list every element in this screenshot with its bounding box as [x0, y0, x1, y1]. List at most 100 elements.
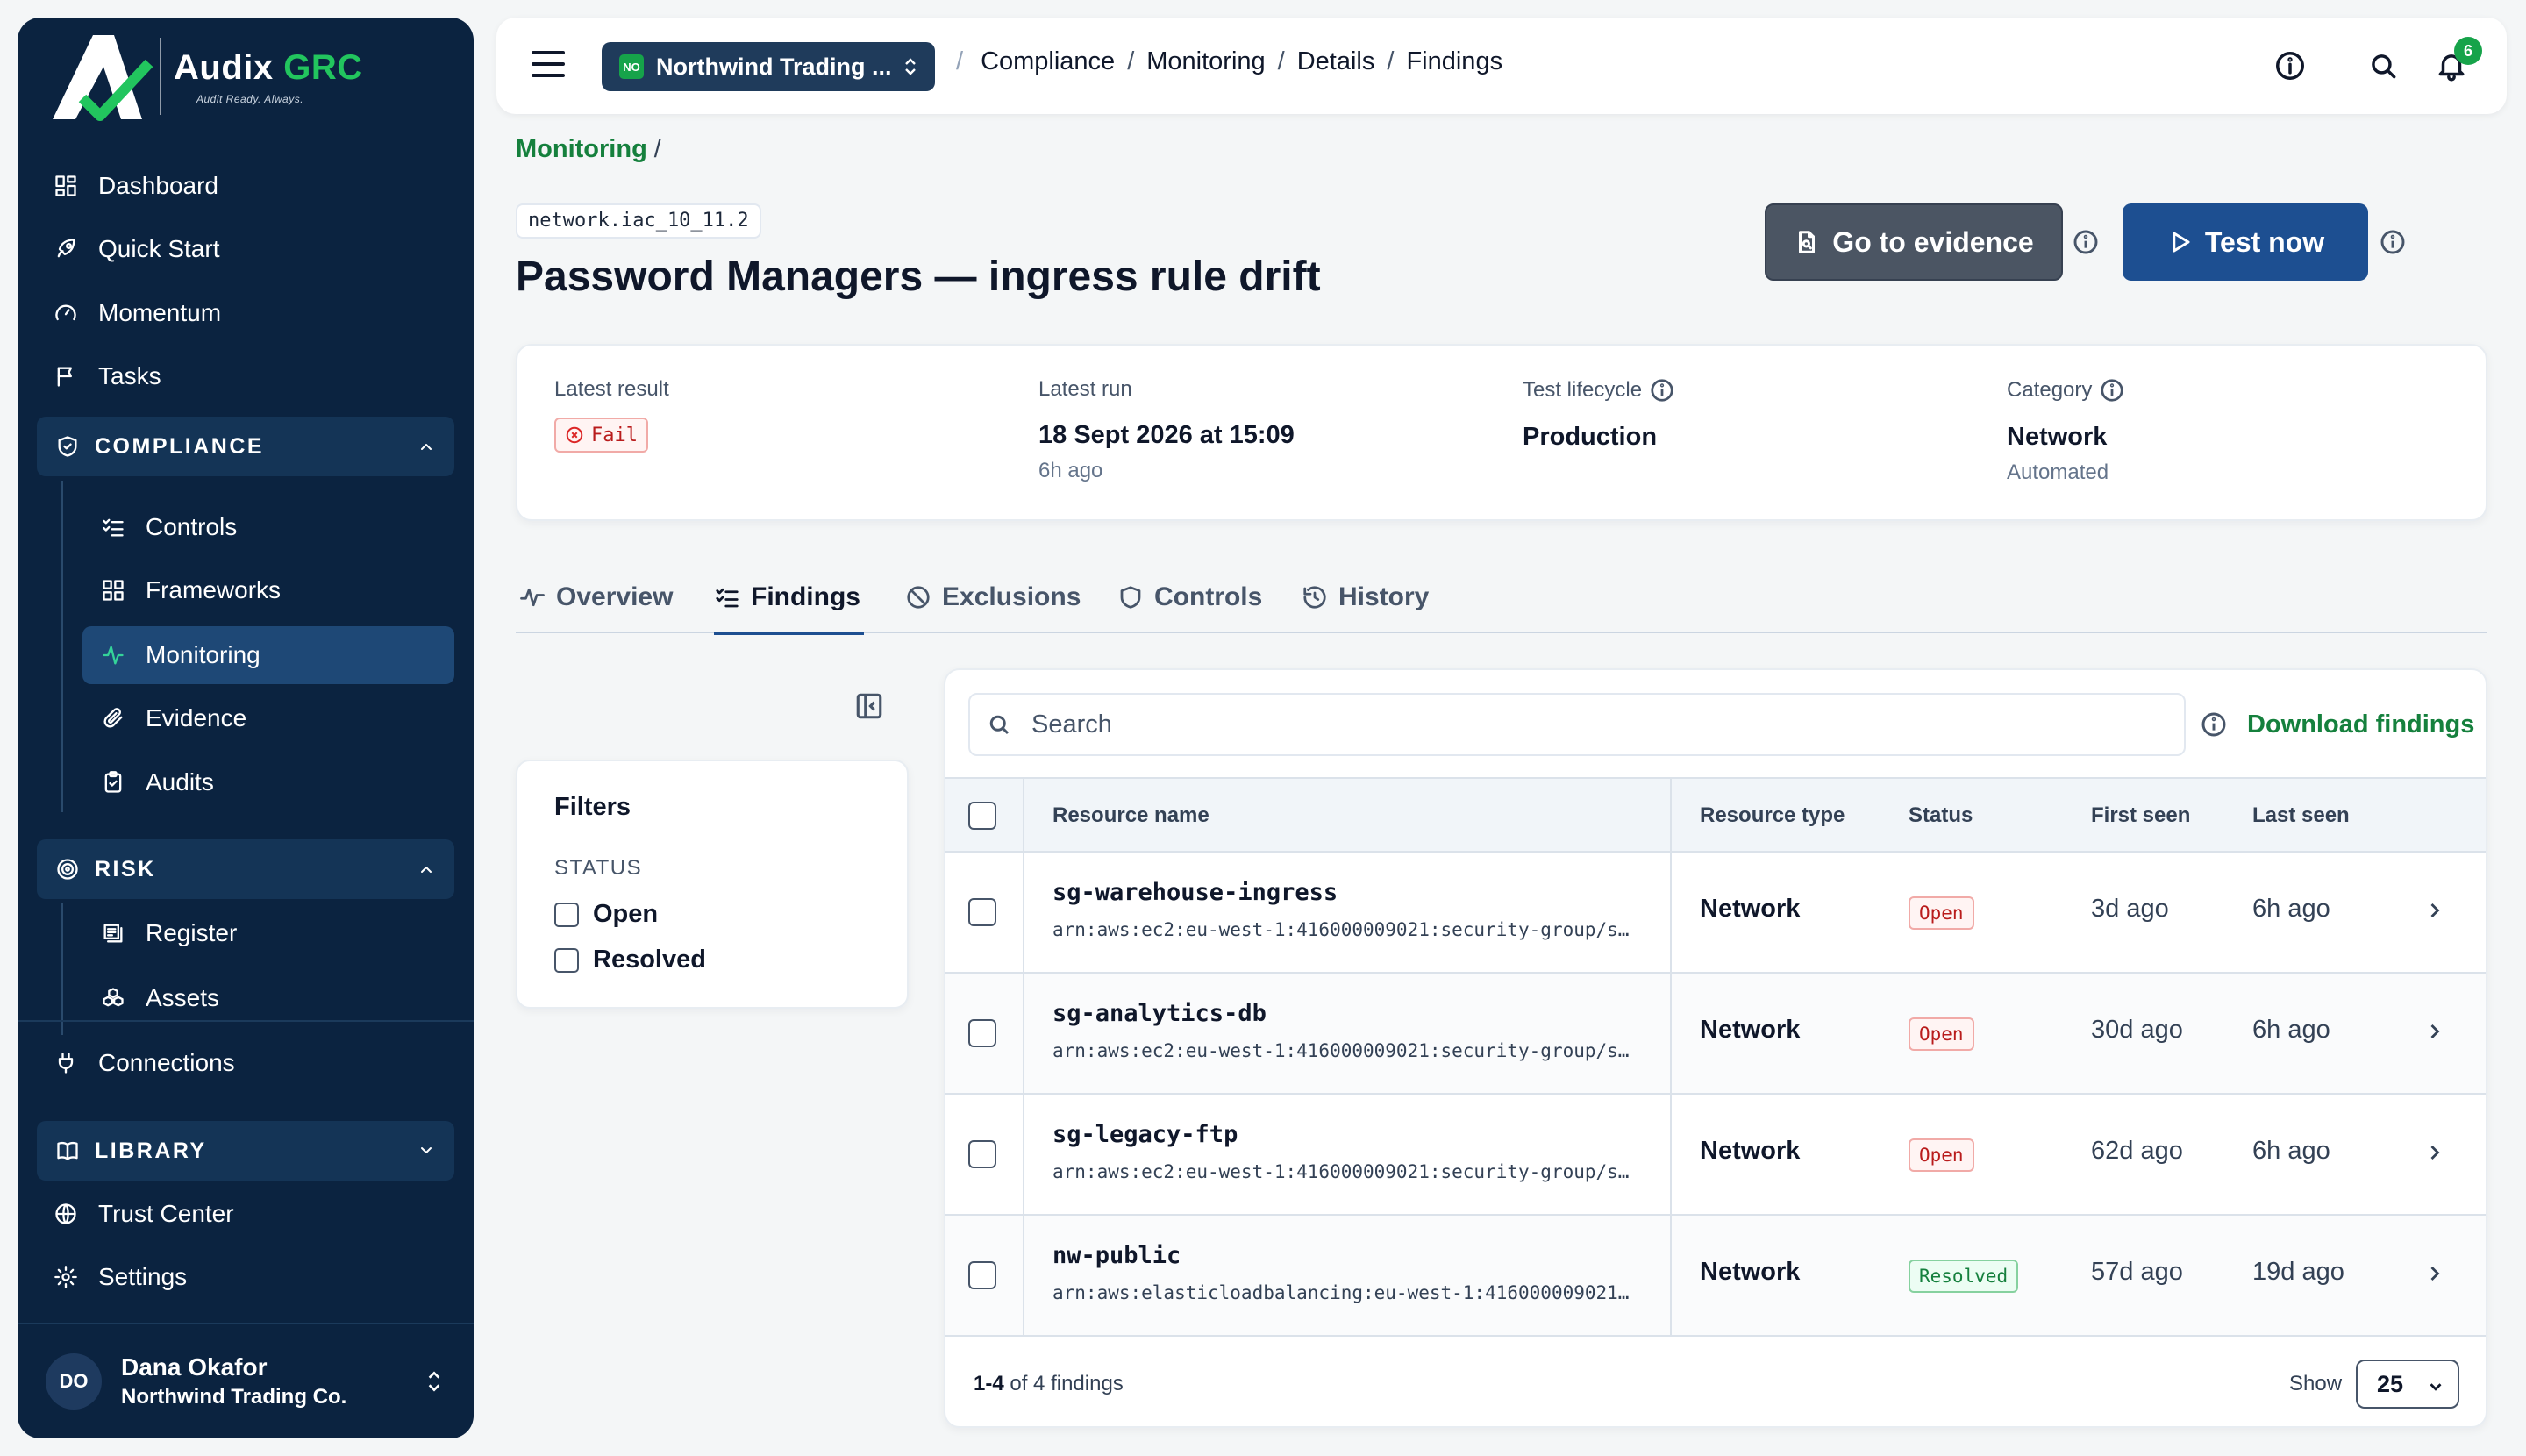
nav-settings[interactable]: Settings: [53, 1253, 187, 1302]
filter-resolved-checkbox[interactable]: [554, 947, 579, 973]
evidence-info-button[interactable]: [2072, 228, 2100, 256]
row-checkbox[interactable]: [968, 1261, 996, 1289]
nav-audits-label: Audits: [146, 768, 214, 796]
col-resource-type[interactable]: Resource type: [1700, 779, 1845, 853]
download-info-button[interactable]: [2200, 710, 2228, 739]
info-icon[interactable]: [1649, 377, 1675, 403]
page-breadcrumb-monitoring[interactable]: Monitoring: [516, 135, 647, 163]
nav-momentum[interactable]: Momentum: [53, 289, 221, 338]
col-resource-name[interactable]: Resource name: [1052, 779, 1209, 853]
select-all-checkbox[interactable]: [968, 802, 996, 830]
gauge-icon: [53, 300, 79, 326]
section-compliance[interactable]: COMPLIANCE: [37, 417, 454, 476]
row-checkbox[interactable]: [968, 1019, 996, 1047]
nav-tasks-label: Tasks: [98, 362, 161, 389]
table-row[interactable]: sg-warehouse-ingress arn:aws:ec2:eu-west…: [945, 853, 2486, 974]
last-seen: 6h ago: [2252, 1137, 2330, 1165]
breadcrumb-details[interactable]: Details: [1297, 47, 1375, 76]
nav-register[interactable]: Register: [82, 904, 454, 962]
chevron-down-icon: [421, 1147, 432, 1153]
tab-findings[interactable]: Findings: [714, 561, 864, 635]
filter-open-label: Open: [593, 900, 659, 928]
nav-monitoring[interactable]: Monitoring: [82, 626, 454, 684]
lifecycle-label: Test lifecycle: [1523, 377, 1675, 403]
breadcrumb-separator: /: [1387, 47, 1395, 75]
findings-search[interactable]: [968, 693, 2186, 756]
breadcrumb-compliance[interactable]: Compliance: [981, 47, 1115, 76]
tab-overview-label: Overview: [556, 582, 674, 611]
nav-frameworks[interactable]: Frameworks: [82, 561, 454, 619]
tab-findings-label: Findings: [751, 582, 860, 611]
chevron-right-icon[interactable]: [2423, 1019, 2447, 1044]
org-switcher[interactable]: NO Northwind Trading ...: [602, 42, 935, 91]
status-badge: Open: [1909, 1017, 1974, 1051]
rocket-icon: [53, 236, 79, 262]
table-row[interactable]: nw-public arn:aws:elasticloadbalancing:e…: [945, 1216, 2486, 1337]
dashboard-icon: [53, 173, 79, 199]
table-row[interactable]: sg-analytics-db arn:aws:ec2:eu-west-1:41…: [945, 974, 2486, 1095]
row-checkbox[interactable]: [968, 898, 996, 926]
nav-audits[interactable]: Audits: [82, 753, 454, 811]
chevron-right-icon[interactable]: [2423, 1140, 2447, 1165]
grid-icon: [100, 577, 126, 603]
filter-open[interactable]: Open: [554, 900, 658, 929]
section-risk[interactable]: RISK: [37, 839, 454, 899]
nav-quick-start[interactable]: Quick Start: [53, 225, 219, 274]
chevron-right-icon[interactable]: [2423, 898, 2447, 923]
nav-controls[interactable]: Controls: [82, 498, 454, 556]
search-input[interactable]: [1031, 710, 2137, 739]
row-checkbox[interactable]: [968, 1140, 996, 1168]
test-now-button[interactable]: Test now: [2123, 203, 2368, 281]
page-size-select[interactable]: 25: [2356, 1360, 2459, 1409]
col-last-seen[interactable]: Last seen: [2252, 779, 2350, 853]
nav-assets-label: Assets: [146, 984, 220, 1011]
col-first-seen[interactable]: First seen: [2091, 779, 2190, 853]
file-search-icon: [1799, 231, 1816, 253]
tab-controls[interactable]: Controls: [1117, 561, 1262, 633]
nav-tasks[interactable]: Tasks: [53, 352, 161, 401]
section-library[interactable]: LIBRARY: [37, 1121, 454, 1181]
play-icon: [2173, 232, 2190, 253]
tab-history-label: History: [1338, 582, 1430, 611]
x-circle-icon: [566, 426, 583, 444]
menu-toggle-icon[interactable]: [532, 51, 565, 81]
nav-trust-center[interactable]: Trust Center: [53, 1189, 234, 1238]
go-to-evidence-button[interactable]: Go to evidence: [1765, 203, 2063, 281]
col-status[interactable]: Status: [1909, 779, 1973, 853]
filter-resolved[interactable]: Resolved: [554, 946, 706, 974]
collapse-filters-button[interactable]: [854, 691, 884, 721]
notifications-button[interactable]: 6: [2435, 37, 2482, 82]
brand-logo[interactable]: Audix GRC Audit Ready. Always.: [47, 28, 363, 125]
tab-overview[interactable]: Overview: [519, 561, 673, 633]
test-info-button[interactable]: [2379, 228, 2407, 256]
clipboard-check-icon: [100, 769, 126, 796]
user-menu[interactable]: DO Dana Okafor Northwind Trading Co.: [46, 1342, 458, 1421]
status-badge: Open: [1909, 1138, 1974, 1172]
checklist-icon: [716, 588, 739, 608]
filters-title: Filters: [554, 793, 632, 821]
filter-open-checkbox[interactable]: [554, 902, 579, 927]
lifecycle-value: Production: [1523, 423, 1658, 451]
info-icon[interactable]: [2099, 377, 2125, 403]
last-seen: 6h ago: [2252, 1016, 2330, 1044]
breadcrumb-monitoring[interactable]: Monitoring: [1146, 47, 1265, 76]
chevron-down-icon: [2430, 1383, 2442, 1391]
help-button[interactable]: [2273, 49, 2307, 82]
globe-icon: [53, 1201, 79, 1227]
search-button[interactable]: [2366, 49, 2400, 82]
info-icon: [2201, 712, 2226, 737]
nav-evidence[interactable]: Evidence: [82, 689, 454, 747]
tab-controls-label: Controls: [1154, 582, 1263, 611]
notification-count-badge: 6: [2454, 37, 2482, 65]
nav-connections[interactable]: Connections: [53, 1038, 235, 1088]
table-row[interactable]: sg-legacy-ftp arn:aws:ec2:eu-west-1:4160…: [945, 1095, 2486, 1216]
nav-assets[interactable]: Assets: [82, 969, 454, 1027]
chevron-right-icon[interactable]: [2423, 1261, 2447, 1286]
nav-dashboard[interactable]: Dashboard: [53, 161, 218, 211]
download-findings-link[interactable]: Download findings: [2247, 710, 2474, 739]
tab-exclusions[interactable]: Exclusions: [905, 561, 1081, 633]
tab-history[interactable]: History: [1302, 561, 1429, 633]
last-seen: 6h ago: [2252, 895, 2330, 923]
select-all[interactable]: [968, 779, 996, 853]
info-icon: [2276, 52, 2304, 80]
